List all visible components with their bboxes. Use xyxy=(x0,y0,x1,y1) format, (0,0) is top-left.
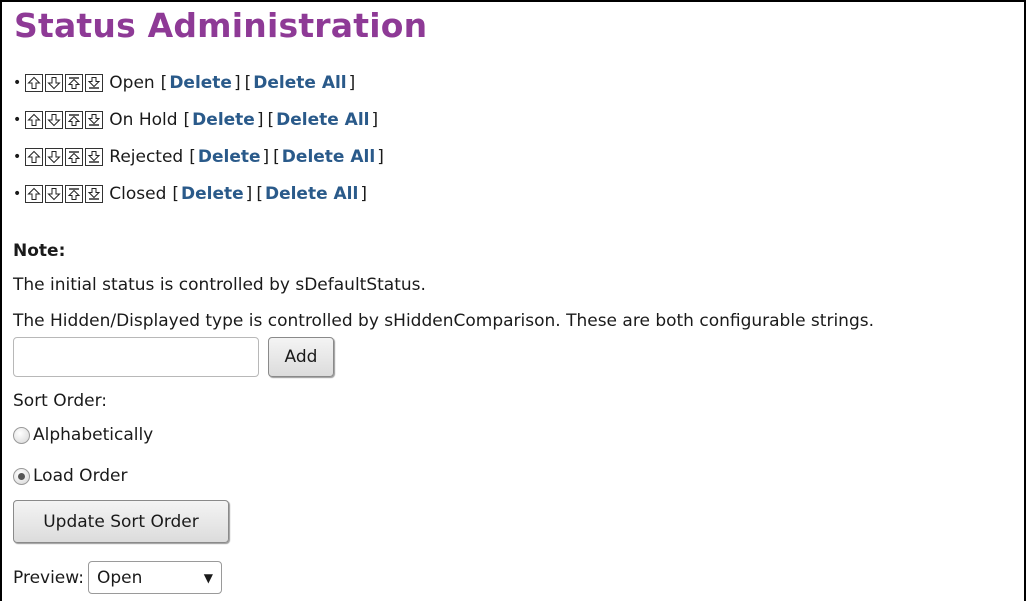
status-row: • Rejected[Delete] [Delete All] xyxy=(13,138,386,175)
bracket-close: ] xyxy=(371,109,379,130)
bracket-close: ] xyxy=(377,146,384,167)
radio-load-order[interactable] xyxy=(13,467,30,485)
bullet: • xyxy=(13,148,22,165)
note-line-default-status: The initial status is controlled by sDef… xyxy=(13,275,426,295)
sort-order-label: Sort Order: xyxy=(13,391,107,411)
move-up-icon[interactable] xyxy=(25,147,44,166)
radio-selected-dot xyxy=(18,472,25,480)
bullet: • xyxy=(13,74,22,91)
move-bottom-icon[interactable] xyxy=(85,110,104,129)
status-label: Closed xyxy=(109,183,167,204)
status-list: • Open[Delete] [Delete All] • On Hold[Delet… xyxy=(13,64,386,212)
move-up-icon[interactable] xyxy=(25,110,44,129)
move-up-icon[interactable] xyxy=(25,184,44,203)
chevron-down-icon: ▼ xyxy=(203,570,213,585)
move-bottom-icon[interactable] xyxy=(85,147,104,166)
status-label: On Hold xyxy=(109,109,178,130)
move-top-icon[interactable] xyxy=(65,184,84,203)
delete-link[interactable]: Delete xyxy=(192,110,255,130)
status-row: • On Hold[Delete] [Delete All] xyxy=(13,101,386,138)
move-up-icon[interactable] xyxy=(25,73,44,92)
update-sort-order-button[interactable]: Update Sort Order xyxy=(13,500,229,543)
bracket-open: [ xyxy=(267,109,275,130)
bracket-open: [ xyxy=(160,72,168,93)
radio-alphabetically[interactable] xyxy=(13,426,30,444)
delete-all-link[interactable]: Delete All xyxy=(265,184,358,204)
delete-all-link[interactable]: Delete All xyxy=(253,73,346,93)
note-section: Note: The initial status is controlled b… xyxy=(13,235,874,339)
bracket-open: [ xyxy=(172,183,180,204)
status-row: • Open[Delete] [Delete All] xyxy=(13,64,386,101)
status-label: Open xyxy=(109,72,155,93)
move-top-icon[interactable] xyxy=(65,110,84,129)
new-status-input[interactable] xyxy=(13,337,259,377)
status-row: • Closed[Delete] [Delete All] xyxy=(13,175,386,212)
bracket-close: ] xyxy=(245,183,253,204)
bracket-open: [ xyxy=(273,146,280,167)
move-top-icon[interactable] xyxy=(65,147,84,166)
radio-label-load-order: Load Order xyxy=(33,466,128,486)
preview-label: Preview: xyxy=(13,567,84,588)
delete-link[interactable]: Delete xyxy=(169,73,232,93)
bracket-close: ] xyxy=(256,109,264,130)
status-label: Rejected xyxy=(109,146,184,167)
move-down-icon[interactable] xyxy=(45,110,64,129)
sort-option-alphabetically[interactable]: Alphabetically xyxy=(13,425,153,445)
add-button[interactable]: Add xyxy=(268,337,334,377)
note-title: Note: xyxy=(13,241,66,261)
note-line-hidden-comparison: The Hidden/Displayed type is controlled … xyxy=(13,311,874,331)
preview-select[interactable]: Open ▼ xyxy=(87,561,222,594)
radio-label-alphabetically: Alphabetically xyxy=(33,425,154,445)
bracket-close: ] xyxy=(360,183,367,204)
bullet: • xyxy=(13,111,22,128)
move-top-icon[interactable] xyxy=(65,73,84,92)
bracket-open: [ xyxy=(244,72,252,93)
delete-link[interactable]: Delete xyxy=(181,184,244,204)
preview-row: Preview: Open ▼ xyxy=(13,561,222,594)
bracket-close: ] xyxy=(262,146,270,167)
page-title: Status Administration xyxy=(14,6,428,45)
delete-all-link[interactable]: Delete All xyxy=(282,147,375,167)
move-bottom-icon[interactable] xyxy=(85,73,104,92)
move-down-icon[interactable] xyxy=(45,184,64,203)
bracket-close: ] xyxy=(348,72,356,93)
delete-all-link[interactable]: Delete All xyxy=(276,110,369,130)
move-down-icon[interactable] xyxy=(45,147,64,166)
bracket-open: [ xyxy=(183,109,191,130)
add-status-row: Add xyxy=(13,337,334,377)
bracket-open: [ xyxy=(256,183,263,204)
preview-selected-value: Open xyxy=(96,567,143,588)
sort-option-load-order[interactable]: Load Order xyxy=(13,466,128,486)
delete-link[interactable]: Delete xyxy=(198,147,261,167)
move-down-icon[interactable] xyxy=(45,73,64,92)
bracket-close: ] xyxy=(233,72,241,93)
bullet: • xyxy=(13,185,22,202)
bracket-open: [ xyxy=(189,146,196,167)
move-bottom-icon[interactable] xyxy=(85,184,104,203)
